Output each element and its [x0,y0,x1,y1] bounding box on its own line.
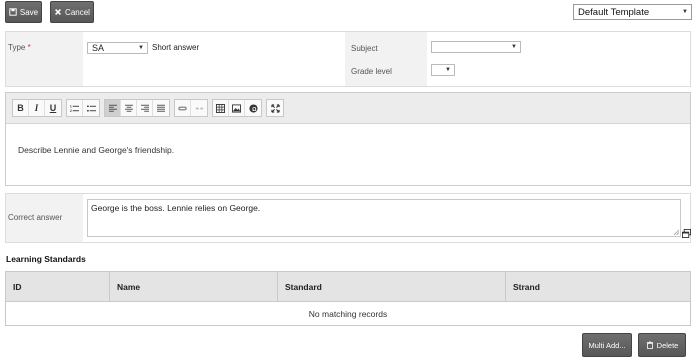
save-button-label: Save [19,7,39,17]
table-row: No matching records [5,301,691,326]
link-group [174,99,208,117]
table-header-row: ID Name Standard Strand [5,271,691,302]
cancel-button[interactable]: Cancel [50,1,94,23]
align-left-icon[interactable] [105,100,121,116]
multi-add-button-label: Multi Add... [588,340,626,350]
empty-message: No matching records [5,301,691,326]
grade-level-label: Grade level [351,67,392,76]
expand-window-icon[interactable] [682,229,691,238]
correct-answer-textarea[interactable]: George is the boss. Lennie relies on Geo… [87,199,681,237]
unlink-icon[interactable] [191,100,207,116]
chevron-down-icon: ▼ [682,9,688,15]
delete-button-label: Delete [656,340,679,350]
correct-answer-label: Correct answer [8,213,63,222]
column-header-standard[interactable]: Standard [277,271,506,302]
type-cell [83,32,345,86]
chevron-down-icon: ▼ [138,45,144,51]
view-group [266,99,284,117]
save-icon [9,8,17,16]
cancel-button-label: Cancel [65,7,90,17]
type-label-text: Type [8,43,26,52]
chevron-down-icon: ▼ [511,44,517,50]
special-char-icon[interactable]: Ω [245,100,261,116]
svg-text:1: 1 [70,104,72,108]
resize-handle-icon[interactable] [673,229,679,235]
column-header-id[interactable]: ID [5,271,110,302]
subject-select[interactable]: ▼ [431,41,521,53]
svg-text:Ω: Ω [252,106,257,112]
align-right-icon[interactable] [137,100,153,116]
column-header-name[interactable]: Name [109,271,278,302]
unordered-list-icon[interactable] [83,100,99,116]
template-select[interactable]: Default Template ▼ [573,4,692,20]
type-select[interactable]: SA ▼ [87,42,148,54]
underline-icon[interactable]: U [45,100,61,116]
save-button[interactable]: Save [5,1,42,23]
type-label: Type * [8,43,31,52]
bold-icon[interactable]: B [13,100,29,116]
align-justify-icon[interactable] [153,100,169,116]
type-description: Short answer [152,43,200,52]
image-icon[interactable] [229,100,245,116]
table-icon[interactable] [213,100,229,116]
italic-icon[interactable]: I [29,100,45,116]
chevron-down-icon: ▼ [445,67,451,73]
text-style-group: B I U [12,99,62,117]
delete-button[interactable]: Delete [638,333,686,357]
required-marker: * [27,43,31,52]
align-group [104,99,170,117]
close-icon [55,9,62,15]
trash-icon [646,341,653,349]
type-select-value: SA [92,43,105,53]
learning-standards-title: Learning Standards [6,254,86,264]
column-header-strand[interactable]: Strand [505,271,691,302]
learning-standards-table: ID Name Standard Strand No matching reco… [5,271,691,326]
list-group: 12 [66,99,100,117]
correct-answer-value: George is the boss. Lennie relies on Geo… [91,203,261,213]
align-center-icon[interactable] [121,100,137,116]
editor-toolbar: B I U 12 Ω [6,93,690,124]
question-editor: B I U 12 Ω Describe Lennie and George's … [5,92,691,186]
editor-content[interactable]: Describe Lennie and George's friendship. [18,145,174,155]
multi-add-button[interactable]: Multi Add... [582,333,632,357]
grade-level-select[interactable]: ▼ [431,64,455,76]
link-icon[interactable] [175,100,191,116]
ordered-list-icon[interactable]: 12 [67,100,83,116]
insert-group: Ω [212,99,262,117]
fullscreen-icon[interactable] [267,100,283,116]
subject-label: Subject [351,44,378,53]
template-select-value: Default Template [578,6,650,18]
svg-text:2: 2 [70,109,72,113]
